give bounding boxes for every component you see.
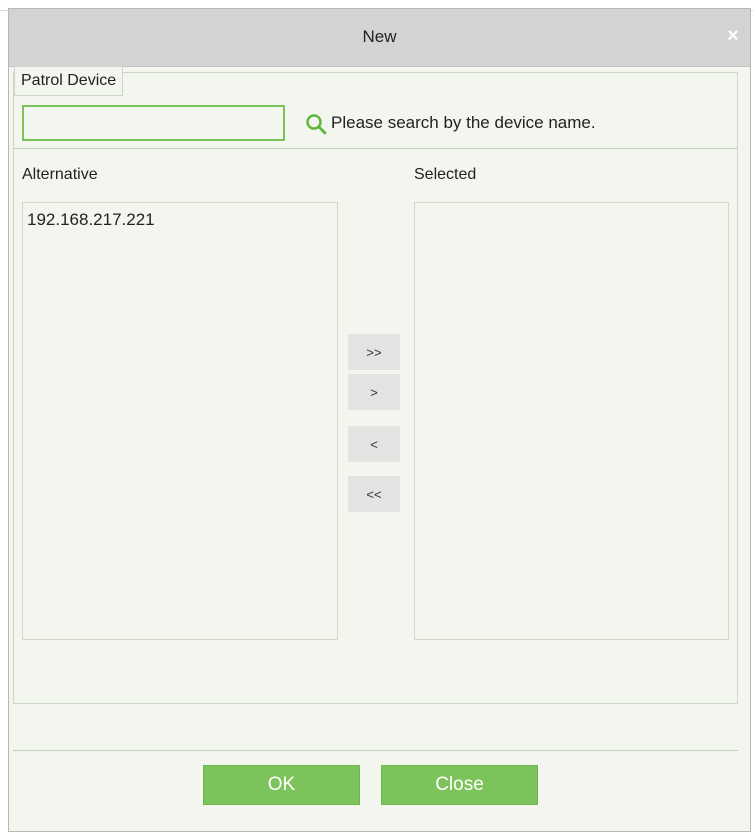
move-right-button[interactable]: > [348,374,400,410]
device-search-input[interactable] [22,105,285,141]
patrol-device-legend: Patrol Device [14,66,124,96]
alternative-label: Alternative [22,166,98,183]
search-hint: Please search by the device name. [331,113,596,132]
move-all-left-button[interactable]: << [348,476,400,512]
dialog-title: New [362,27,397,46]
search-divider [13,148,738,149]
alternative-list[interactable]: 192.168.217.221 [22,202,338,640]
move-left-button[interactable]: < [348,426,400,462]
ok-button[interactable]: OK [203,765,360,805]
footer-divider [13,750,738,751]
dialog-titlebar: New × [9,9,750,67]
close-icon[interactable]: × [722,25,744,47]
close-button[interactable]: Close [381,765,538,805]
search-icon[interactable] [305,113,327,135]
move-all-right-button[interactable]: >> [348,334,400,370]
selected-label: Selected [414,166,477,183]
list-item[interactable]: 192.168.217.221 [27,210,155,230]
selected-list[interactable] [414,202,729,640]
